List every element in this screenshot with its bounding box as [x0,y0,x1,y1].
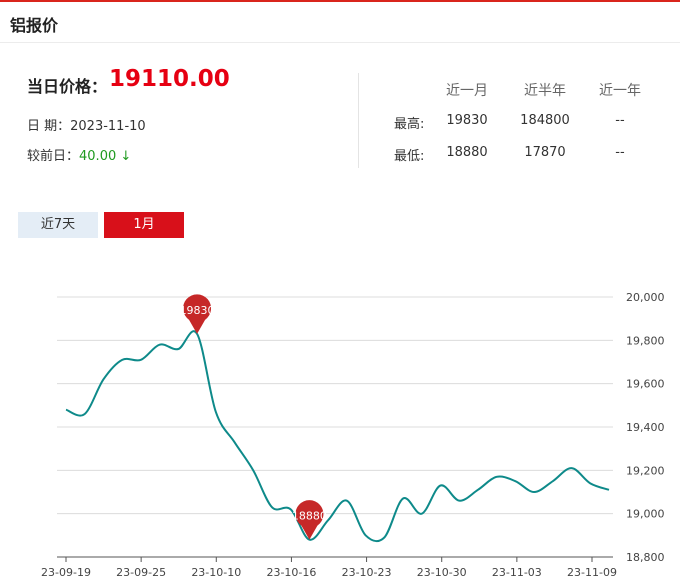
price-point [571,467,573,469]
min-value-label: 18880 [292,510,327,523]
date-label: 日 期： [27,119,71,134]
tab-7days[interactable]: 近7天 [18,212,98,238]
today-price-value: 19110.00 [109,66,230,92]
y-tick-label: 19,600 [626,378,665,391]
y-tick-label: 20,000 [626,291,665,304]
stats-low-halfyear: 17870 [524,145,566,160]
price-point [84,413,86,415]
price-point [252,469,254,471]
change-value: 40.00 ↓ [79,149,132,164]
summary-divider [358,73,359,168]
stats-high-month: 19830 [446,113,488,128]
price-point [458,500,460,502]
page-title: 铝报价 [10,16,59,35]
price-point [121,359,123,361]
price-line-chart: 18,800 19,000 19,200 19,400 19,600 19,800 20,0… [41,291,665,579]
price-point [102,378,104,380]
date-row: 日 期：2023-11-10 [27,115,146,134]
x-tick-label: 23-09-19 [41,566,91,579]
change-row: 较前日：40.00 ↓ [27,145,131,164]
stats-col-year: 近一年 [599,83,641,99]
price-point [159,344,161,346]
stats-col-halfyear: 近半年 [524,83,566,99]
y-tick-label: 19,400 [626,421,665,434]
price-point [533,491,535,493]
price-point [589,482,591,484]
price-point [552,480,554,482]
price-point [439,485,441,487]
price-point [608,489,610,491]
x-tick-label: 23-10-10 [191,566,241,579]
x-tick-label: 23-09-25 [116,566,166,579]
price-point [346,500,348,502]
max-value-label: 19830 [180,304,215,317]
price-point [477,489,479,491]
x-tick-label: 23-11-09 [567,566,617,579]
y-tick-label: 18,800 [626,551,665,564]
stats-high-year: -- [615,113,625,128]
price-point [271,506,273,508]
x-tick-label: 23-10-23 [342,566,392,579]
x-tick-label: 23-10-16 [266,566,316,579]
y-tick-label: 19,800 [626,334,665,347]
stats-low-year: -- [615,145,625,160]
price-point [421,513,423,515]
price-point [514,480,516,482]
x-tick-label: 23-10-30 [417,566,467,579]
date-value: 2023-11-10 [70,119,146,134]
today-price-label: 当日价格： [27,77,108,96]
price-point [215,411,217,413]
price-point [383,537,385,539]
stats-low-month: 18880 [446,145,488,160]
tab-1month[interactable]: 1月 [104,212,184,238]
x-tick-label: 23-11-03 [492,566,542,579]
price-point [496,476,498,478]
price-point [234,441,236,443]
price-point [177,348,179,350]
y-tick-label: 19,200 [626,464,665,477]
stats-col-month: 近一月 [446,83,488,99]
price-series-line [65,330,610,543]
price-point [140,359,142,361]
price-point [365,534,367,536]
stats-high-halfyear: 184800 [520,113,570,128]
change-label: 较前日： [27,149,80,164]
price-point [327,519,329,521]
price-point [402,498,404,500]
y-tick-label: 19,000 [626,508,665,521]
header-divider [0,42,680,43]
price-point [65,409,67,411]
top-accent-line [0,0,680,2]
